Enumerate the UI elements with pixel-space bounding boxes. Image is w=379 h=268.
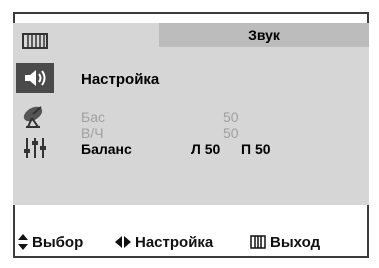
footer-exit-label: Выход: [270, 233, 321, 251]
menu-button-icon: [250, 235, 266, 249]
bass-value: 50: [223, 109, 239, 125]
picture-menu-icon[interactable]: [16, 26, 54, 56]
setup-equalizer-icon[interactable]: [16, 133, 54, 163]
treble-label: В/Ч: [81, 125, 104, 141]
treble-value: 50: [223, 125, 239, 141]
sound-menu-panel: Звук Настройка Бас 50 В/Ч 50 Баланс Л 50…: [13, 23, 369, 205]
channel-antenna-icon[interactable]: [16, 101, 54, 131]
sound-menu-icon[interactable]: [16, 63, 54, 93]
balance-left-value: Л 50: [191, 141, 221, 157]
footer-adjust-label: Настройка: [135, 233, 214, 251]
footer-select-hint: Выбор: [18, 231, 83, 253]
footer-select-label: Выбор: [32, 233, 84, 251]
balance-label: Баланс: [81, 141, 132, 157]
menu-title: Звук: [159, 23, 369, 47]
menu-subtitle: Настройка: [81, 71, 160, 88]
balance-right-value: П 50: [241, 141, 271, 157]
menu-icon-column: [13, 23, 57, 205]
footer-adjust-hint: Настройка: [115, 231, 213, 253]
footer-hint-bar: Выбор Настройка Выход: [18, 231, 363, 253]
footer-exit-hint: Выход: [250, 231, 320, 253]
up-down-arrow-icon: [18, 234, 28, 250]
bass-label: Бас: [81, 109, 105, 125]
left-right-arrow-icon: [115, 236, 131, 248]
